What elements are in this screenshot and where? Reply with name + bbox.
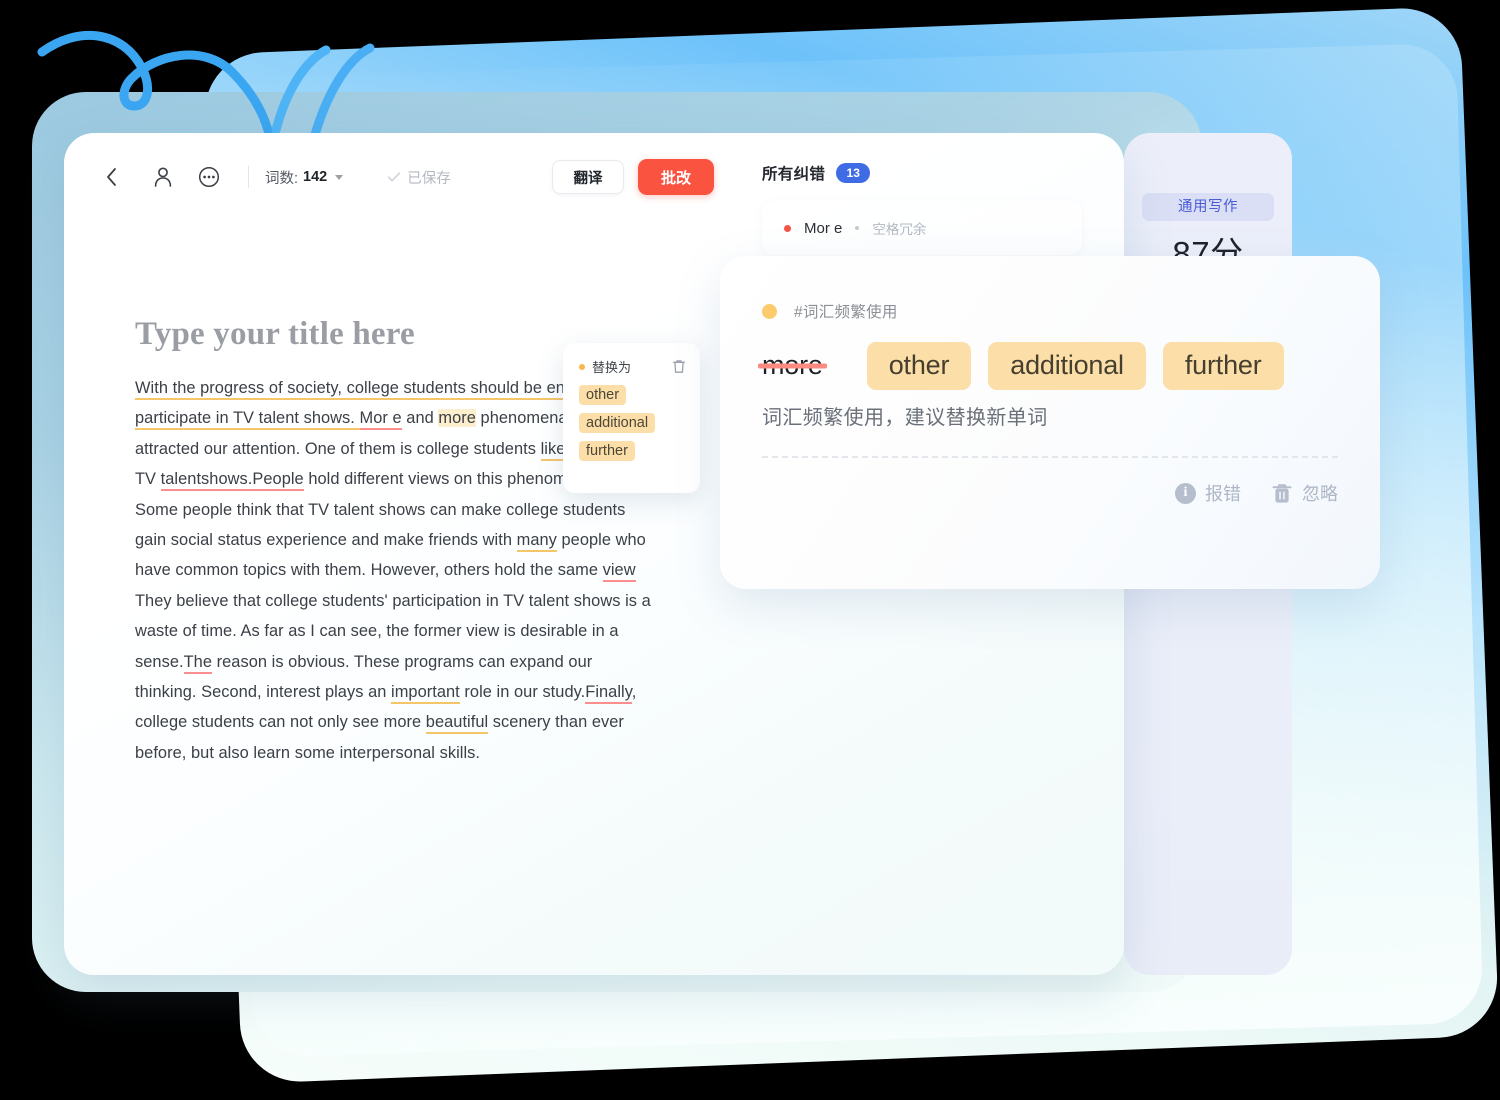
back-icon[interactable]	[94, 160, 128, 194]
suggestion-chip[interactable]: additional	[988, 342, 1146, 390]
score-category-tag: 通用写作	[1142, 193, 1274, 221]
trash-icon	[1272, 483, 1292, 503]
annotated-text-span[interactable]: like	[540, 439, 566, 461]
suggestion-word-row: more other additional further	[762, 342, 1338, 390]
severity-dot-icon	[784, 224, 791, 232]
suggestion-chip[interactable]: further	[1162, 342, 1284, 390]
warning-dot-icon	[762, 303, 777, 319]
inline-replace-option[interactable]: additional	[579, 413, 656, 433]
error-list-item[interactable]: Mor e 空格冗余	[762, 201, 1082, 255]
suggestion-card-footer: i 报错 忽略	[762, 480, 1338, 506]
suggestion-chips: other additional further	[866, 342, 1301, 390]
annotated-text-span[interactable]: talentshows.	[160, 470, 253, 492]
saved-status: 已保存	[387, 167, 451, 188]
inline-replace-header: 替换为	[579, 357, 686, 376]
document-title[interactable]: Type your title here	[135, 316, 415, 353]
warning-dot-icon	[579, 363, 585, 370]
suggestion-card-header: #词汇频繁使用	[762, 300, 1338, 322]
annotated-text-span[interactable]: The	[183, 652, 212, 674]
ignore-button[interactable]: 忽略	[1271, 480, 1338, 506]
ellipsis-circle-icon[interactable]	[192, 160, 226, 194]
report-label: 报错	[1205, 484, 1241, 504]
report-button[interactable]: i 报错	[1175, 480, 1241, 506]
annotated-text-span[interactable]: With the progress of society, college st…	[135, 379, 547, 400]
correct-button[interactable]: 批改	[638, 159, 714, 195]
chevron-down-icon[interactable]	[335, 174, 344, 180]
annotated-text-span[interactable]: view	[602, 561, 636, 583]
word-count-label: 词数:	[265, 170, 299, 187]
inline-replace-popup: 替换为 other additional further	[563, 343, 700, 493]
inline-replace-option[interactable]: further	[579, 441, 635, 461]
errors-title: 所有纠错	[762, 166, 826, 183]
error-type: 空格冗余	[872, 222, 927, 237]
screenshot-stage: 通用写作 87分 词数: 142 已保存 翻译 批改 Type your tit…	[0, 0, 1500, 1100]
check-icon	[388, 172, 401, 182]
original-word: more	[762, 350, 823, 380]
annotated-text-span[interactable]: People	[252, 470, 304, 492]
annotated-text-span[interactable]: more	[438, 409, 476, 428]
inline-replace-options: other additional further	[579, 385, 686, 469]
text-span: and	[401, 409, 439, 428]
error-word: Mor e	[804, 219, 843, 237]
suggestion-card: #词汇频繁使用 more other additional further 词汇频繁…	[720, 256, 1380, 589]
annotated-text-span[interactable]: many	[516, 531, 557, 553]
suggestion-divider	[762, 456, 1338, 458]
word-count-value: 142	[303, 169, 328, 185]
suggestion-chip[interactable]: other	[866, 342, 972, 390]
annotated-text-span[interactable]: Mor e	[359, 409, 402, 431]
toolbar-divider	[248, 166, 249, 188]
trash-icon[interactable]	[672, 359, 686, 374]
annotated-text-span[interactable]: important	[391, 683, 460, 705]
info-icon: i	[1175, 482, 1196, 504]
word-count[interactable]: 词数: 142	[265, 167, 344, 188]
annotated-text-span[interactable]: Finally	[585, 683, 632, 705]
inline-replace-title-group: 替换为	[579, 357, 631, 376]
text-span: role in our study.	[459, 683, 586, 702]
annotated-text-span[interactable]: beautiful	[425, 713, 489, 735]
errors-header: 所有纠错 13	[762, 162, 1082, 184]
suggestion-description: 词汇频繁使用，建议替换新单词	[762, 407, 1048, 429]
ignore-label: 忽略	[1302, 484, 1338, 504]
translate-button[interactable]: 翻译	[552, 160, 624, 194]
separator-dot-icon	[855, 226, 860, 230]
person-icon[interactable]	[146, 160, 180, 194]
suggestion-category-tag: #词汇频繁使用	[794, 304, 898, 321]
inline-replace-option[interactable]: other	[579, 385, 627, 405]
saved-label: 已保存	[407, 170, 451, 187]
errors-count-badge: 13	[836, 163, 871, 183]
inline-replace-title: 替换为	[592, 360, 632, 375]
